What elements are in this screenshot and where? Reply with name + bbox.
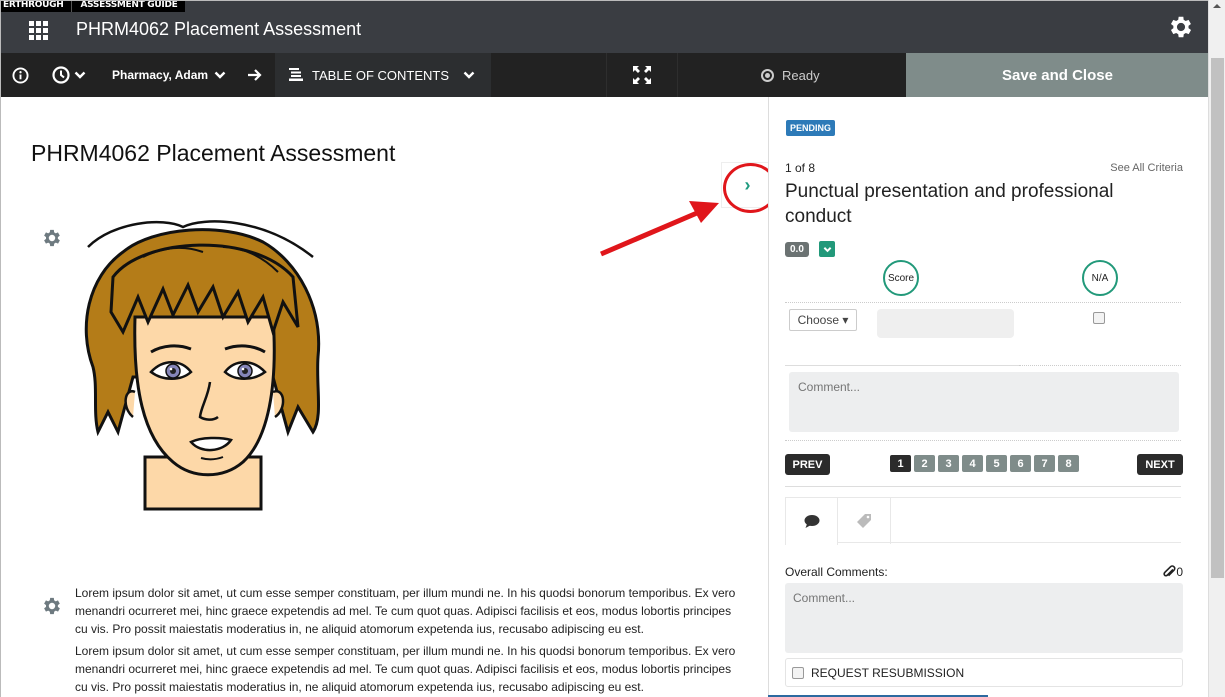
paperclip-icon xyxy=(1163,565,1176,577)
page-button[interactable]: 5 xyxy=(986,455,1007,472)
attachment-count: 0 xyxy=(1176,565,1183,579)
info-icon xyxy=(12,66,29,84)
status-icon xyxy=(761,68,774,82)
expand-icon xyxy=(633,66,651,84)
resubmission-checkbox[interactable] xyxy=(792,666,804,679)
status-text: Ready xyxy=(782,67,820,83)
tab-tags[interactable] xyxy=(838,498,891,544)
next-button[interactable]: NEXT xyxy=(1137,454,1183,475)
divider xyxy=(785,365,1019,366)
resubmission-label: REQUEST RESUBMISSION xyxy=(811,665,965,680)
criteria-pagination: 1 2 3 4 5 6 7 8 xyxy=(890,455,1079,472)
apps-grid-icon[interactable] xyxy=(29,21,48,40)
page-button[interactable]: 2 xyxy=(914,455,935,472)
document-title: PHRM4062 Placement Assessment xyxy=(31,140,396,166)
page-button[interactable]: 8 xyxy=(1058,455,1079,472)
scroll-up-arrow-icon[interactable] xyxy=(1213,4,1221,8)
comment-icon xyxy=(804,515,819,528)
toc-label: TABLE OF CONTENTS xyxy=(312,67,449,83)
paragraph: Lorem ipsum dolor sit amet, ut cum esse … xyxy=(75,586,736,636)
score-select[interactable]: Choose ▾ xyxy=(789,309,857,331)
score-value: 0.0 xyxy=(785,242,809,257)
page-button[interactable]: 1 xyxy=(890,455,911,472)
chevron-down-icon xyxy=(823,246,831,252)
score-details-toggle[interactable] xyxy=(819,241,835,257)
app-window: ERTHROUGH ASSESSMENT GUIDE PHRM4062 Plac… xyxy=(0,0,1208,697)
request-resubmission[interactable]: REQUEST RESUBMISSION xyxy=(785,658,1183,687)
arrow-right-icon xyxy=(248,69,262,81)
walkthrough-tab[interactable]: ERTHROUGH xyxy=(1,1,71,12)
divider xyxy=(785,440,1181,441)
tab-comments[interactable] xyxy=(785,498,838,545)
na-column-header: N/A xyxy=(1082,260,1118,296)
page-button[interactable]: 3 xyxy=(938,455,959,472)
avatar-illustration xyxy=(84,220,321,511)
assessment-panel: PENDING 1 of 8 See All Criteria Punctual… xyxy=(768,97,1208,697)
na-checkbox[interactable] xyxy=(1093,312,1105,324)
overall-comments-label: Overall Comments: xyxy=(785,565,888,579)
fullscreen-button[interactable] xyxy=(606,53,678,97)
score-input[interactable] xyxy=(877,309,1014,338)
criteria-comment-input[interactable] xyxy=(789,372,1179,432)
gear-icon[interactable] xyxy=(41,595,63,617)
divider xyxy=(785,302,1181,303)
clock-icon xyxy=(52,66,70,84)
app-title: PHRM4062 Placement Assessment xyxy=(76,19,362,39)
walkthrough-tabs: ERTHROUGH ASSESSMENT GUIDE xyxy=(1,1,186,12)
document-pane: PHRM4062 Placement Assessment Lorem ipsu… xyxy=(1,97,773,697)
see-all-criteria-link[interactable]: See All Criteria xyxy=(1110,162,1183,174)
title-bar: ERTHROUGH ASSESSMENT GUIDE PHRM4062 Plac… xyxy=(1,1,1208,53)
prev-button[interactable]: PREV xyxy=(785,454,830,475)
info-button[interactable] xyxy=(12,53,29,97)
chevron-down-icon xyxy=(214,71,226,79)
user-name: Pharmacy, Adam xyxy=(112,68,209,82)
status-badge: PENDING xyxy=(786,120,836,136)
overall-comment-input[interactable] xyxy=(785,583,1183,653)
assessment-guide-tab[interactable]: ASSESSMENT GUIDE xyxy=(71,1,185,12)
save-and-close-button[interactable]: Save and Close xyxy=(906,53,1208,97)
history-dropdown[interactable] xyxy=(52,53,86,97)
tag-icon xyxy=(857,514,871,528)
divider xyxy=(1019,365,1181,366)
criteria-position: 1 of 8 xyxy=(785,161,816,175)
gear-icon[interactable] xyxy=(41,227,63,249)
divider xyxy=(785,486,1181,487)
chevron-down-icon xyxy=(463,71,475,79)
page-button[interactable]: 4 xyxy=(962,455,983,472)
feedback-tabs xyxy=(785,497,1181,545)
scroll-thumb[interactable] xyxy=(1211,58,1224,578)
score-column-header: Score xyxy=(883,260,919,296)
toc-icon xyxy=(289,68,303,81)
save-status: Ready xyxy=(761,53,820,97)
chevron-down-icon xyxy=(74,71,86,79)
attachments-button[interactable]: 0 xyxy=(1162,565,1183,579)
vertical-scrollbar[interactable] xyxy=(1208,0,1225,697)
criteria-title: Punctual presentation and professional c… xyxy=(785,181,1114,227)
page-button[interactable]: 7 xyxy=(1034,455,1055,472)
gear-icon[interactable] xyxy=(1167,13,1195,41)
table-of-contents-dropdown[interactable]: TABLE OF CONTENTS xyxy=(275,53,491,97)
page-button[interactable]: 6 xyxy=(1010,455,1031,472)
user-dropdown[interactable]: Pharmacy, Adam xyxy=(112,53,226,97)
annotation-arrow xyxy=(600,201,719,257)
next-user-button[interactable] xyxy=(247,53,263,97)
paragraph: Lorem ipsum dolor sit amet, ut cum esse … xyxy=(75,644,736,694)
